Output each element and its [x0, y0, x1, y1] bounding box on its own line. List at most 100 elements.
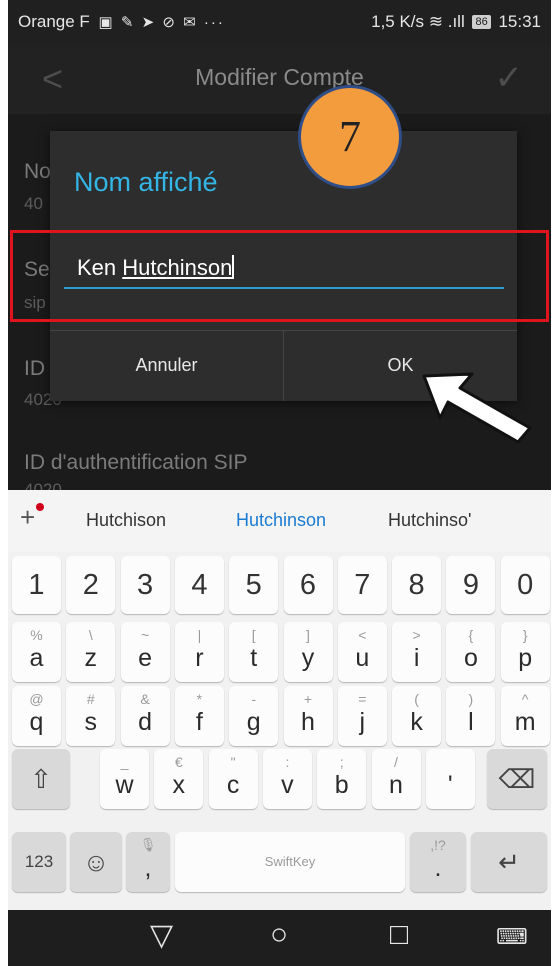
key-m[interactable]: ^ m	[500, 686, 550, 746]
key-alt-label: "	[230, 754, 236, 770]
key-9[interactable]: 9	[446, 556, 496, 614]
enter-key[interactable]: ↵	[471, 832, 547, 892]
key-2[interactable]: 2	[66, 556, 116, 614]
key-label: g	[246, 708, 261, 736]
status-left: Orange F ▣ ✎ ➤ ⊘ ✉ ···	[18, 12, 225, 32]
key-y[interactable]: ] y	[283, 622, 333, 682]
key-label: l	[468, 708, 474, 736]
key-i[interactable]: > i	[392, 622, 442, 682]
cancel-button[interactable]: Annuler	[50, 330, 283, 401]
key-q[interactable]: @ q	[12, 686, 61, 746]
key-k[interactable]: (k	[392, 686, 442, 746]
key-z[interactable]: \ z	[66, 622, 116, 682]
key-label: i	[413, 644, 420, 672]
carrier-name: Orange F	[18, 12, 90, 31]
key-alt-label: )	[468, 691, 474, 707]
suggestion-left[interactable]: Hutchison	[86, 510, 166, 531]
step-number-badge: 7	[298, 85, 402, 189]
suggestion-bar: + Hutchison Hutchinson Hutchinso'	[8, 490, 551, 552]
key-alt-label: }	[522, 627, 528, 643]
key-alt-label: *	[196, 691, 203, 707]
key-r[interactable]: | r	[174, 622, 224, 682]
period-key[interactable]: ,!? .	[410, 832, 466, 892]
key-w[interactable]: _ w	[100, 749, 149, 809]
key-a[interactable]: % a	[12, 622, 61, 682]
shift-key[interactable]: ⇧	[12, 749, 70, 809]
key-u[interactable]: < u	[337, 622, 387, 682]
key-b[interactable]: ; b	[317, 749, 367, 809]
key-5[interactable]: 5	[229, 556, 279, 614]
key-s[interactable]: # s	[66, 686, 116, 746]
key-x[interactable]: € x	[154, 749, 204, 809]
key-0[interactable]: 0	[500, 556, 550, 614]
key-label: k	[410, 708, 423, 736]
key-label: 3	[137, 569, 154, 601]
key-8[interactable]: 8	[392, 556, 442, 614]
toolbar-plus-icon[interactable]: +	[20, 502, 44, 533]
key-h[interactable]: + h	[283, 686, 333, 746]
numbers-key-label: 123	[24, 852, 54, 871]
bg-field-value: 40	[24, 194, 43, 213]
key-alt-label: ~	[141, 627, 150, 643]
key-alt-label: \	[88, 627, 93, 643]
key-1[interactable]: 1	[12, 556, 61, 614]
suggestion-middle[interactable]: Hutchinson	[236, 510, 326, 531]
key-alt-label: =	[358, 691, 367, 707]
network-speed: 1,5 K/s	[371, 12, 425, 31]
app-bar: < Modifier Compte ✓	[8, 44, 551, 114]
key-alt-label: ^	[521, 691, 529, 707]
key-d[interactable]: & d	[120, 686, 170, 746]
key-label: o	[463, 644, 478, 672]
bg-field-label: ID	[24, 357, 45, 380]
recents-square-icon[interactable]: □	[390, 918, 408, 952]
emoji-key[interactable]: ☺	[70, 832, 122, 892]
key-3[interactable]: 3	[120, 556, 170, 614]
key-alt-label: [	[251, 627, 256, 643]
page-title: Modifier Compte	[195, 64, 364, 90]
key-label: n	[389, 771, 403, 799]
backspace-key[interactable]: ⌫	[487, 749, 547, 809]
key-label: q	[29, 708, 44, 736]
key-4[interactable]: 4	[174, 556, 224, 614]
key-o[interactable]: {o	[446, 622, 496, 682]
enter-icon: ↵	[498, 847, 520, 877]
key-alt-label: #	[86, 691, 95, 707]
confirm-check-icon[interactable]: ✓	[495, 58, 524, 98]
space-key[interactable]: SwiftKey	[175, 832, 405, 892]
key-alt-label: %	[30, 627, 43, 643]
key-p[interactable]: } p	[500, 622, 550, 682]
key-label: e	[138, 644, 153, 672]
key-g[interactable]: -g	[229, 686, 279, 746]
key-l[interactable]: ) l	[446, 686, 496, 746]
keyboard-icon[interactable]: ⌨	[496, 924, 528, 950]
key-alt-label: _	[120, 754, 129, 770]
key-c[interactable]: " c	[208, 749, 258, 809]
key-n[interactable]: / n	[371, 749, 421, 809]
key-6[interactable]: 6	[283, 556, 333, 614]
backspace-icon: ⌫	[498, 764, 536, 794]
key-v[interactable]: :v	[262, 749, 312, 809]
comma-key[interactable]: 🎙 ,	[126, 832, 170, 892]
back-triangle-icon[interactable]: ▽	[150, 918, 173, 953]
key-t[interactable]: [t	[229, 622, 279, 682]
key-label: 4	[191, 569, 208, 601]
key-7[interactable]: 7	[337, 556, 387, 614]
key-j[interactable]: = j	[337, 686, 387, 746]
numbers-key[interactable]: 123	[12, 832, 66, 892]
key-label: 2	[82, 569, 99, 601]
key-alt-label: >	[412, 627, 421, 643]
mic-hint: 🎙	[139, 837, 157, 852]
key-alt-label: :	[285, 754, 290, 770]
key-f[interactable]: * f	[174, 686, 224, 746]
shift-icon: ⇧	[30, 764, 52, 794]
key-label: t	[250, 644, 258, 672]
suggestion-right[interactable]: Hutchinso'	[388, 510, 471, 531]
key-label: w	[115, 771, 134, 799]
highlight-box	[10, 230, 549, 322]
key-label: 1	[28, 569, 45, 601]
home-circle-icon[interactable]: ○	[270, 918, 288, 952]
swiftkey-logo: SwiftKey	[264, 854, 316, 869]
key-apostrophe[interactable]: '	[425, 749, 475, 809]
key-label: d	[138, 708, 153, 736]
key-e[interactable]: ~ e	[120, 622, 170, 682]
